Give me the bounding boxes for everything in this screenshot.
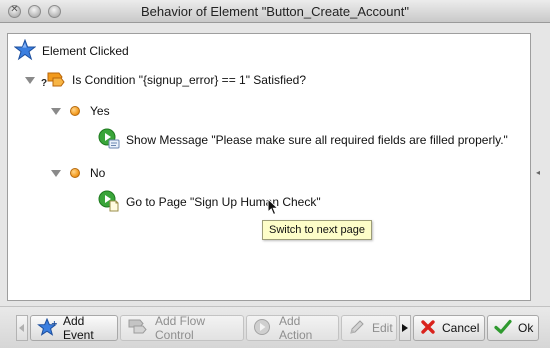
edit-label: Edit xyxy=(372,321,393,335)
ok-check-icon xyxy=(494,319,512,338)
goto-page-icon xyxy=(98,190,120,215)
tree-branch-yes[interactable]: Yes xyxy=(50,101,110,121)
cancel-button[interactable]: Cancel xyxy=(413,315,485,341)
action-label: Go to Page "Sign Up Human Check" xyxy=(126,195,321,209)
disclosure-triangle-icon[interactable] xyxy=(24,74,36,86)
bottom-toolbar: + Add Event Add Flow Control Add Action … xyxy=(0,306,550,348)
mouse-cursor-icon xyxy=(267,198,279,216)
add-action-icon xyxy=(253,318,273,339)
condition-label: Is Condition "{signup_error} == 1" Satis… xyxy=(72,73,306,87)
ok-button[interactable]: Ok xyxy=(487,315,539,341)
star-icon xyxy=(13,38,37,64)
add-event-label: Add Event xyxy=(63,314,94,342)
tooltip: Switch to next page xyxy=(262,220,373,240)
add-flow-control-button[interactable]: Add Flow Control xyxy=(120,314,244,342)
window-title: Behavior of Element "Button_Create_Accou… xyxy=(141,4,409,19)
action-label: Show Message "Please make sure all requi… xyxy=(126,133,508,147)
disclosure-triangle-icon[interactable] xyxy=(50,167,62,179)
tree-branch-no[interactable]: No xyxy=(50,163,105,183)
chevron-left-icon xyxy=(19,324,24,332)
add-flow-control-icon xyxy=(127,318,149,339)
tree-node-action[interactable]: Show Message "Please make sure all requi… xyxy=(98,128,508,153)
cancel-label: Cancel xyxy=(442,321,480,335)
behavior-dialog: ✕ Behavior of Element "Button_Create_Acc… xyxy=(0,0,550,348)
add-flow-control-label: Add Flow Control xyxy=(155,314,206,342)
chevron-right-icon xyxy=(402,324,408,332)
behavior-tree: Element Clicked ? Is Condition "{signup_… xyxy=(7,33,531,301)
event-label: Element Clicked xyxy=(42,44,129,58)
show-message-icon xyxy=(98,128,120,153)
star-icon: + xyxy=(37,317,58,339)
branch-label: Yes xyxy=(90,104,110,118)
tree-node-action[interactable]: Go to Page "Sign Up Human Check" xyxy=(98,190,321,215)
resize-gripper-icon[interactable]: ◂ xyxy=(536,168,542,177)
toolbar-scroll-right-button[interactable] xyxy=(399,315,411,341)
disclosure-triangle-icon[interactable] xyxy=(50,105,62,117)
branch-dot-icon xyxy=(70,106,80,116)
tree-node-condition[interactable]: ? Is Condition "{signup_error} == 1" Sat… xyxy=(24,70,306,90)
condition-icon: ? xyxy=(41,70,66,90)
add-action-label: Add Action xyxy=(279,314,313,342)
branch-dot-icon xyxy=(70,168,80,178)
edit-button[interactable]: Edit xyxy=(341,315,397,341)
pencil-icon xyxy=(348,318,366,339)
add-event-button[interactable]: + Add Event xyxy=(30,314,118,342)
condition-badge: ? xyxy=(41,78,48,89)
tree-node-event[interactable]: Element Clicked xyxy=(13,38,129,64)
svg-text:+: + xyxy=(51,319,57,328)
toolbar-scroll-left-button[interactable] xyxy=(16,315,28,341)
ok-label: Ok xyxy=(518,321,534,335)
branch-label: No xyxy=(90,166,106,180)
add-action-button[interactable]: Add Action xyxy=(246,314,339,342)
cancel-x-icon xyxy=(420,319,436,338)
title-bar: ✕ Behavior of Element "Button_Create_Acc… xyxy=(0,0,550,23)
